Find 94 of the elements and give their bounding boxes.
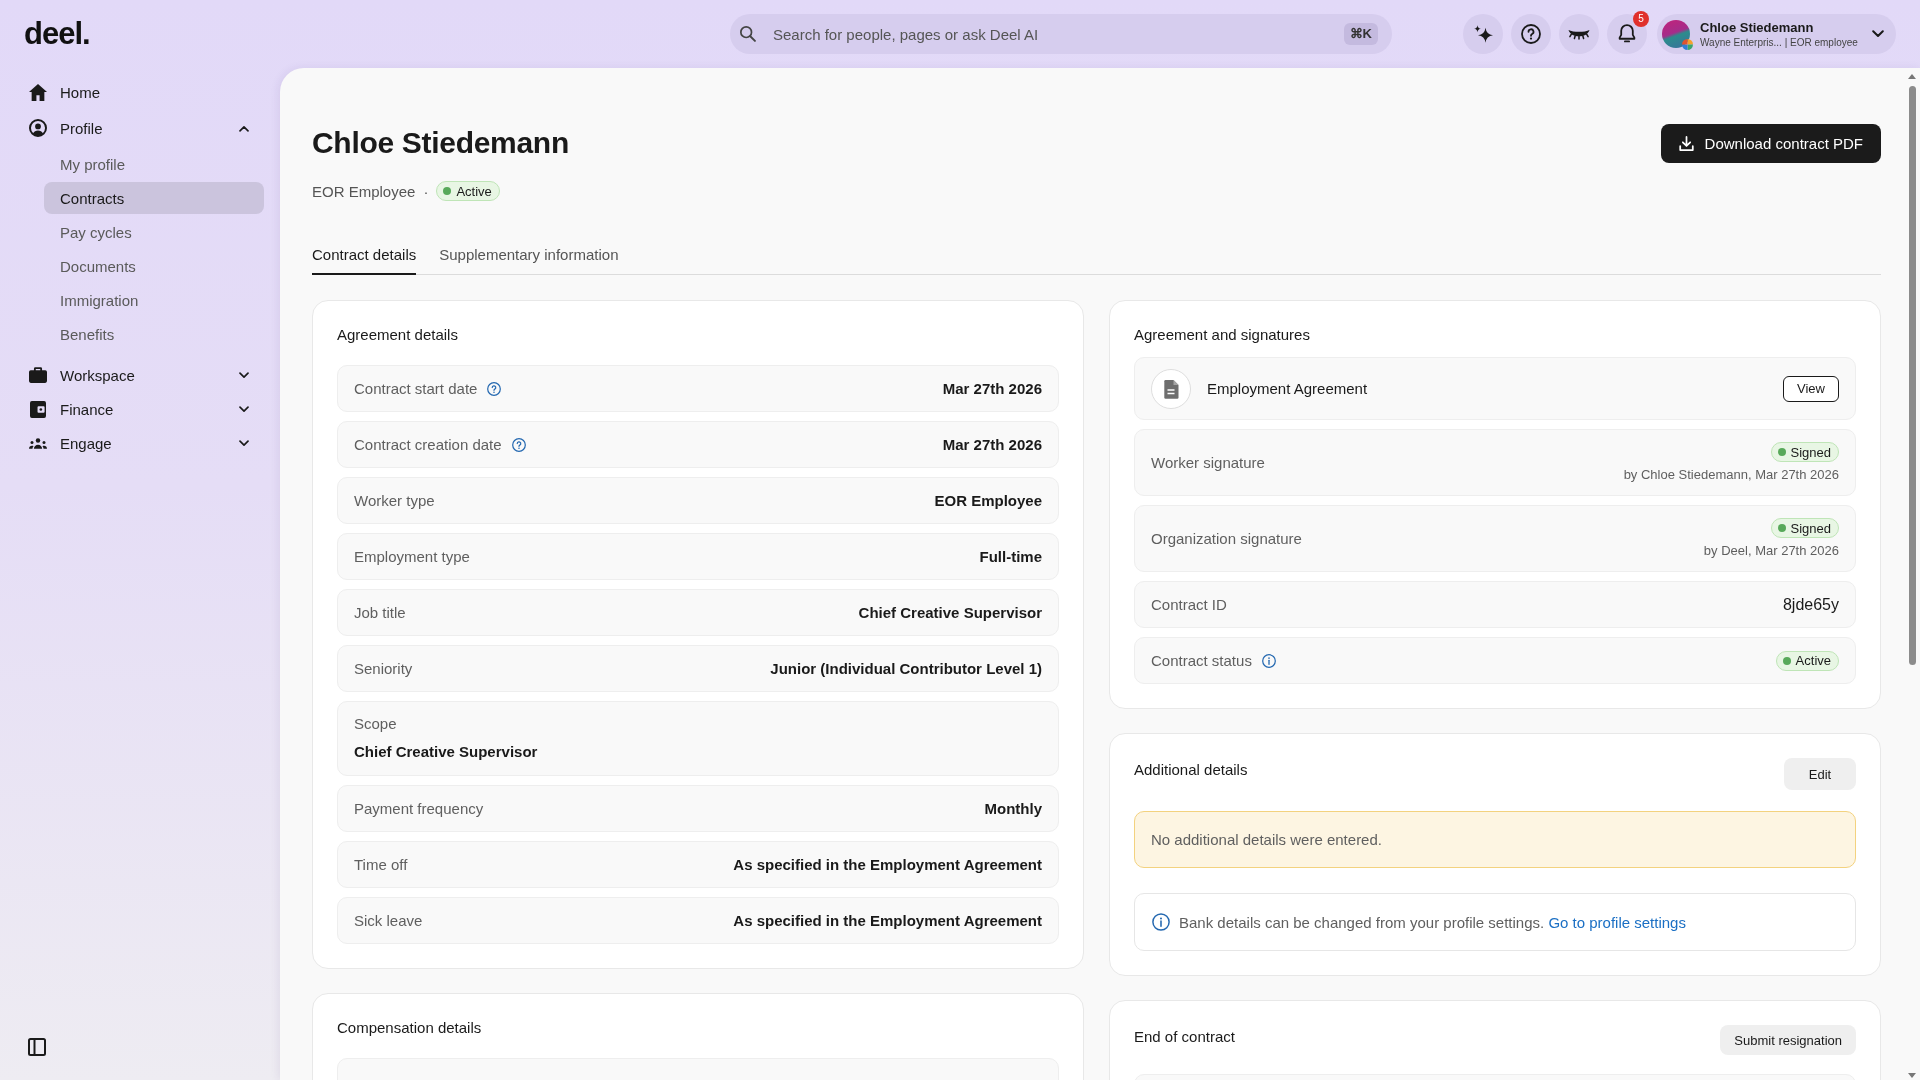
closed-eye-icon (1568, 28, 1590, 40)
row-value: Junior (Individual Contributor Level 1) (770, 660, 1042, 677)
worker-type: EOR Employee (312, 182, 416, 200)
profile-settings-link[interactable]: Go to profile settings (1548, 913, 1686, 931)
bell-icon (1618, 24, 1636, 44)
nav-item[interactable]: My profile (44, 148, 264, 180)
empty-notice: No additional details were entered. (1134, 811, 1856, 868)
view-button[interactable]: View (1783, 375, 1839, 402)
wallet-icon (30, 400, 46, 418)
status-dot-icon (1777, 524, 1786, 532)
tab[interactable]: Contract details (312, 238, 417, 275)
scroll-down-icon[interactable] (1908, 1073, 1916, 1078)
card-title: End of contract (1134, 1027, 1235, 1047)
row-value: Chief Creative Supervisor (858, 604, 1042, 621)
row-label: Seniority (354, 660, 413, 677)
card-title: Agreement and signatures (1134, 325, 1311, 345)
status-text: Active (456, 183, 492, 199)
sidebar-toggle-icon[interactable] (28, 1038, 46, 1056)
status-dot-icon (1777, 448, 1786, 456)
row-label: Contract ID (1151, 596, 1227, 613)
info-icon (1152, 913, 1170, 931)
row-label: Contract start date (354, 380, 478, 397)
nav-item[interactable]: Home (20, 75, 264, 109)
separator: · (423, 182, 429, 200)
row-value: As specified in the Employment Agreement (733, 856, 1042, 873)
row-value: 8jde65y (1782, 595, 1839, 614)
briefcase-icon (29, 367, 47, 383)
info-text: Bank details can be changed from your profile settings. Go to profile settings (1179, 913, 1686, 931)
signature-detail: by Chloe Stiedemann, Mar 27th 2026 (1623, 466, 1839, 483)
user-subtitle: Wayne Enterpris... | EOR employee (1700, 35, 1859, 49)
nav-group[interactable]: Workspace (20, 358, 264, 392)
nav-group[interactable]: Engage (20, 426, 264, 460)
logo[interactable]: deel. (24, 16, 90, 51)
status-text: Active (1795, 653, 1831, 668)
row-value: Monthly (984, 800, 1042, 817)
document-name: Employment Agreement (1207, 380, 1368, 397)
notifications-button[interactable]: 5 (1607, 14, 1647, 54)
download-button[interactable]: Download contract PDF (1660, 123, 1881, 163)
chevron-down-icon (1872, 30, 1884, 38)
nav-item[interactable]: Benefits (44, 318, 264, 350)
edit-button[interactable]: Edit (1784, 758, 1856, 790)
row-label: Payment frequency (354, 800, 484, 817)
search-icon (740, 26, 756, 42)
shortcut-hint: ⌘K (1343, 23, 1378, 45)
row-value: Full-time (979, 548, 1042, 565)
card-title: Compensation details (337, 1018, 483, 1038)
help-icon (1521, 24, 1541, 44)
row-label: Contract status (1151, 652, 1252, 669)
notification-badge: 5 (1633, 11, 1649, 27)
nav-group[interactable]: Profile (20, 111, 264, 145)
row-label: Contract creation date (354, 436, 502, 453)
status-dot-icon (443, 187, 452, 195)
status-text: Signed (1790, 444, 1831, 460)
tab[interactable]: Supplementary information (439, 238, 619, 275)
row-label: Employment type (354, 548, 470, 565)
eye-button[interactable] (1559, 14, 1599, 54)
signature-detail: by Deel, Mar 27th 2026 (1703, 542, 1839, 559)
avatar (1662, 20, 1690, 48)
row-label: Worker signature (1151, 454, 1265, 471)
scrollbar-thumb[interactable] (1909, 86, 1916, 665)
row-label: Job title (354, 604, 406, 621)
row-label: Scope (354, 714, 397, 734)
nav-group[interactable]: Finance (20, 392, 264, 426)
card-title: Agreement details (337, 325, 459, 345)
nav-item[interactable]: Documents (44, 250, 264, 282)
user-menu-button[interactable]: Chloe Stiedemann Wayne Enterpris... | EOR employee (1657, 14, 1896, 54)
nav-item[interactable]: Immigration (44, 284, 264, 316)
row-label: Sick leave (354, 912, 423, 929)
card-title: Additional details (1134, 760, 1248, 780)
user-name: Chloe Stiedemann (1700, 19, 1815, 36)
row-value: Mar 27th 2026 (942, 380, 1042, 397)
help-button[interactable] (1511, 14, 1551, 54)
download-icon (1678, 135, 1694, 151)
nav-item[interactable]: Contracts (44, 182, 264, 214)
page-title: Chloe Stiedemann (312, 125, 569, 161)
row-label: Time off (354, 856, 408, 873)
user-circle-icon (29, 119, 47, 137)
row-value: Mar 27th 2026 (942, 436, 1042, 453)
row-label: Worker type (354, 492, 435, 509)
home-icon (29, 83, 47, 101)
ai-button[interactable] (1463, 14, 1503, 54)
scroll-up-icon[interactable] (1908, 74, 1916, 79)
row-label: Organization signature (1151, 530, 1302, 547)
row-value: EOR Employee (934, 492, 1042, 509)
company-badge-icon (1682, 39, 1693, 50)
people-icon (29, 436, 47, 450)
submit-resignation-button[interactable]: Submit resignation (1720, 1025, 1856, 1055)
status-text: Signed (1790, 520, 1831, 536)
sparkle-icon (1473, 25, 1493, 43)
status-dot-icon (1782, 656, 1791, 665)
row-value: Chief Creative Supervisor (354, 742, 538, 762)
row-value: As specified in the Employment Agreement (733, 912, 1042, 929)
nav-item[interactable]: Pay cycles (44, 216, 264, 248)
document-icon (1151, 368, 1191, 409)
